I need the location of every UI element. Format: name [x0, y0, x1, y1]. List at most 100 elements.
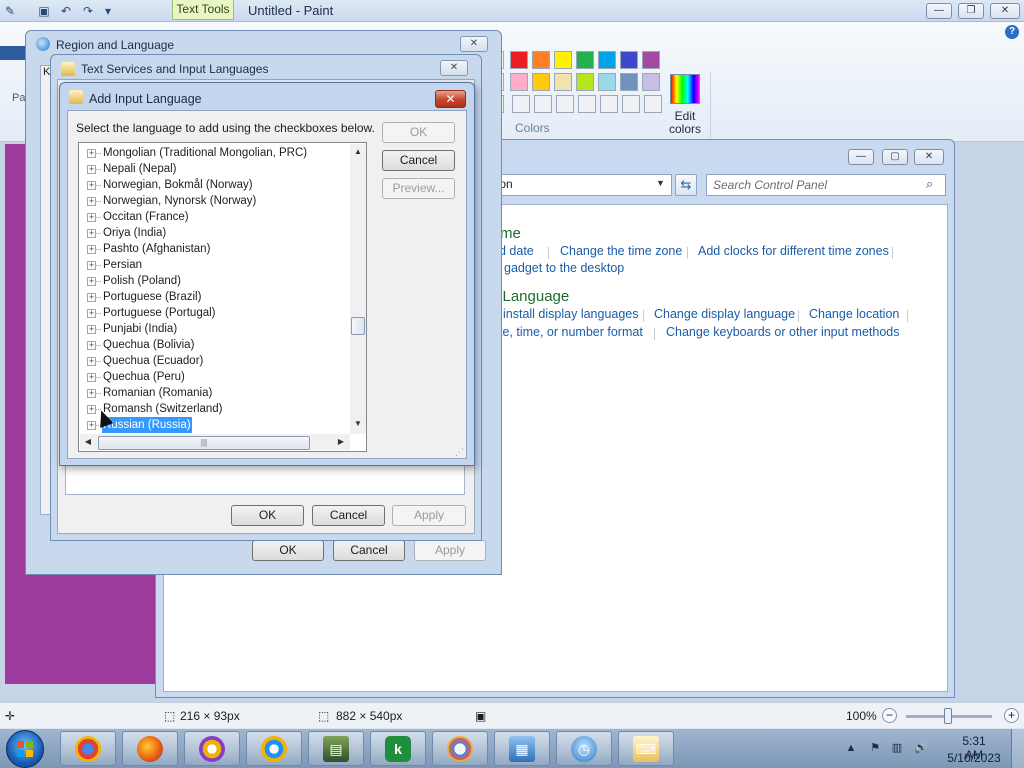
scroll-left-icon[interactable]: ◀ — [83, 437, 93, 447]
clock-section-heading[interactable]: me — [500, 225, 521, 242]
resize-grip-icon[interactable]: ⋰ — [455, 447, 464, 458]
scroll-up-icon[interactable]: ▲ — [353, 147, 363, 157]
color-swatch[interactable] — [642, 73, 660, 91]
show-hidden-icons-icon[interactable]: ▲ — [844, 741, 858, 755]
language-tree[interactable]: ▲ ▼ ◀ ||| ▶ + Mongolian (Traditional Mong… — [78, 142, 367, 452]
network-icon[interactable]: ▥ — [890, 741, 904, 755]
expand-plus-icon[interactable]: + — [87, 357, 96, 366]
color-swatch[interactable] — [576, 51, 594, 69]
close-button[interactable]: ✕ — [435, 90, 466, 108]
language-label[interactable]: Nepali (Nepal) — [102, 161, 178, 177]
expand-plus-icon[interactable]: + — [87, 341, 96, 350]
taskbar-button[interactable] — [246, 731, 302, 766]
color-swatch[interactable] — [532, 73, 550, 91]
empty-color-swatch[interactable] — [512, 95, 530, 113]
address-dropdown-icon[interactable]: ▼ — [656, 178, 665, 188]
language-tree-item[interactable]: + Pashto (Afghanistan) — [79, 241, 349, 257]
language-tree-item[interactable]: + Quechua (Bolivia) — [79, 337, 349, 353]
ok-button[interactable]: OK — [382, 122, 455, 143]
expand-plus-icon[interactable]: + — [87, 293, 96, 302]
taskbar-button[interactable] — [184, 731, 240, 766]
apply-button[interactable]: Apply — [414, 540, 486, 561]
close-button[interactable]: ✕ — [440, 60, 468, 76]
color-swatch[interactable] — [510, 73, 528, 91]
region-section-heading[interactable]: l Language — [495, 288, 569, 305]
language-label[interactable]: Quechua (Bolivia) — [102, 337, 195, 353]
apply-button[interactable]: Apply — [392, 505, 466, 526]
empty-color-swatch[interactable] — [556, 95, 574, 113]
change-keyboards-link[interactable]: Change keyboards or other input methods — [666, 325, 899, 339]
address-bar[interactable] — [486, 174, 672, 196]
language-label[interactable]: Russian (Russia) — [102, 417, 192, 433]
expand-plus-icon[interactable]: + — [87, 229, 96, 238]
language-label[interactable]: Mongolian (Traditional Mongolian, PRC) — [102, 145, 308, 161]
scroll-down-icon[interactable]: ▼ — [353, 419, 363, 429]
expand-plus-icon[interactable]: + — [87, 213, 96, 222]
expand-plus-icon[interactable]: + — [87, 277, 96, 286]
language-label[interactable]: Norwegian, Nynorsk (Norway) — [102, 193, 257, 209]
language-tree-item[interactable]: + Nepali (Nepal) — [79, 161, 349, 177]
taskbar-button[interactable] — [60, 731, 116, 766]
change-display-language-link[interactable]: Change display language — [654, 307, 795, 321]
taskbar-button[interactable] — [432, 731, 488, 766]
taskbar-button[interactable]: k — [370, 731, 426, 766]
language-label[interactable]: Occitan (France) — [102, 209, 190, 225]
language-label[interactable]: Polish (Poland) — [102, 273, 182, 289]
taskbar-button[interactable]: ⌨ — [618, 731, 674, 766]
vertical-scroll-thumb[interactable] — [351, 317, 365, 335]
ok-button[interactable]: OK — [252, 540, 324, 561]
help-icon[interactable]: ? — [1005, 25, 1019, 39]
expand-plus-icon[interactable]: + — [87, 421, 96, 430]
save-icon[interactable]: ▣ — [36, 3, 52, 19]
color-swatch[interactable] — [554, 51, 572, 69]
show-desktop-button[interactable] — [1011, 729, 1024, 768]
expand-plus-icon[interactable]: + — [87, 261, 96, 270]
taskbar-button[interactable]: ▦ — [494, 731, 550, 766]
language-tree-item[interactable]: + Romanian (Romania) — [79, 385, 349, 401]
expand-plus-icon[interactable]: + — [87, 181, 96, 190]
expand-plus-icon[interactable]: + — [87, 245, 96, 254]
add-gadget-link[interactable]: gadget to the desktop — [504, 261, 624, 275]
language-tree-item[interactable]: + Norwegian, Nynorsk (Norway) — [79, 193, 349, 209]
zoom-in-button[interactable]: + — [1004, 708, 1019, 723]
expand-plus-icon[interactable]: + — [87, 165, 96, 174]
ok-button[interactable]: OK — [231, 505, 304, 526]
close-button[interactable]: ✕ — [460, 36, 488, 52]
zoom-out-button[interactable]: − — [882, 708, 897, 723]
change-timezone-link[interactable]: Change the time zone — [560, 244, 682, 258]
empty-color-swatch[interactable] — [534, 95, 552, 113]
expand-plus-icon[interactable]: + — [87, 325, 96, 334]
language-label[interactable]: Oriya (India) — [102, 225, 167, 241]
taskbar-button[interactable]: ▤ — [308, 731, 364, 766]
expand-plus-icon[interactable]: + — [87, 309, 96, 318]
language-tree-item[interactable]: + Persian — [79, 257, 349, 273]
action-center-flag-icon[interactable]: ⚑ — [868, 741, 882, 755]
color-swatch[interactable] — [598, 73, 616, 91]
empty-color-swatch[interactable] — [644, 95, 662, 113]
language-tree-item[interactable]: + Quechua (Ecuador) — [79, 353, 349, 369]
language-label[interactable]: Portuguese (Portugal) — [102, 305, 217, 321]
language-tree-item[interactable]: + Russian (Russia) — [79, 417, 349, 433]
restore-button[interactable]: ❐ — [958, 3, 984, 19]
paint-app-icon[interactable]: ✎ — [2, 3, 18, 19]
language-label[interactable]: Persian — [102, 257, 143, 273]
language-tree-item[interactable]: + Quechua (Peru) — [79, 369, 349, 385]
change-location-link[interactable]: Change location — [809, 307, 899, 321]
language-tree-item[interactable]: + Oriya (India) — [79, 225, 349, 241]
minimize-button[interactable]: — — [926, 3, 952, 19]
expand-plus-icon[interactable]: + — [87, 373, 96, 382]
language-label[interactable]: Pashto (Afghanistan) — [102, 241, 211, 257]
qat-dropdown-icon[interactable]: ▾ — [100, 3, 116, 19]
clock-date[interactable]: 5/10/2023 — [946, 751, 1002, 765]
language-tree-item[interactable]: + Romansh (Switzerland) — [79, 401, 349, 417]
expand-plus-icon[interactable]: + — [87, 149, 96, 158]
language-label[interactable]: Romansh (Switzerland) — [102, 401, 224, 417]
language-label[interactable]: Quechua (Peru) — [102, 369, 186, 385]
color-swatch[interactable] — [576, 73, 594, 91]
redo-icon[interactable]: ↷ — [80, 3, 96, 19]
search-icon[interactable]: ⌕ — [926, 176, 933, 192]
language-tree-item[interactable]: + Mongolian (Traditional Mongolian, PRC) — [79, 145, 349, 161]
close-button[interactable]: ✕ — [990, 3, 1020, 19]
language-tree-item[interactable]: + Portuguese (Brazil) — [79, 289, 349, 305]
color-swatch[interactable] — [620, 51, 638, 69]
